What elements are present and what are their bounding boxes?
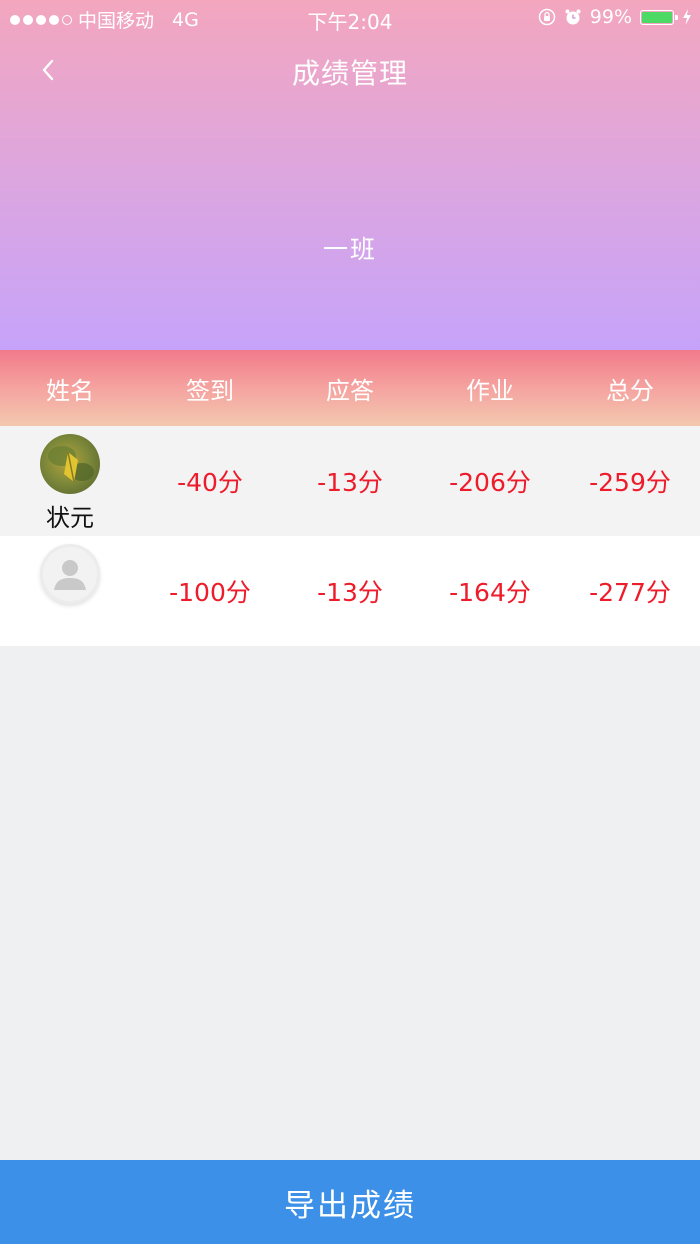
score-homework: -206分 — [449, 468, 531, 497]
score-answer: -13分 — [317, 578, 383, 607]
table-row[interactable]: 状元 -40分 -13分 -206分 -259分 — [0, 426, 700, 536]
score-checkin: -100分 — [169, 578, 251, 607]
student-cell — [0, 536, 140, 646]
class-name: 一班 — [322, 235, 377, 264]
column-header-checkin: 签到 — [186, 376, 234, 405]
page-title: 成绩管理 — [291, 57, 408, 90]
alarm-icon — [565, 9, 581, 25]
header: 中国移动 4G 下午2:04 99% 成绩管理 一班 — [0, 0, 700, 350]
status-bar: 中国移动 4G 下午2:04 99% — [0, 0, 700, 36]
column-header-homework: 作业 — [466, 376, 514, 405]
avatar-photo — [48, 446, 94, 483]
score-total: -277分 — [589, 578, 671, 607]
table-row[interactable]: -100分 -13分 -164分 -277分 — [0, 536, 700, 646]
battery-percent: 99% — [589, 6, 632, 28]
person-silhouette-icon — [43, 547, 97, 601]
export-scores-button[interactable]: 导出成绩 — [0, 1160, 700, 1244]
battery-level-fill — [642, 11, 672, 23]
column-header-answer: 应答 — [326, 376, 374, 405]
column-header-total: 总分 — [606, 376, 654, 405]
charging-bolt-icon — [683, 9, 691, 25]
status-right: 99% — [538, 6, 692, 28]
student-cell: 状元 — [0, 426, 140, 536]
score-homework: -164分 — [449, 578, 531, 607]
table-header: 姓名 签到 应答 作业 总分 — [0, 350, 700, 426]
column-header-name: 姓名 — [46, 376, 94, 405]
score-checkin: -40分 — [177, 468, 243, 497]
battery-icon — [640, 9, 678, 25]
score-answer: -13分 — [317, 468, 383, 497]
default-avatar-icon — [40, 544, 100, 604]
student-name: 状元 — [46, 504, 94, 532]
rotation-lock-icon — [538, 8, 556, 26]
score-list: 状元 -40分 -13分 -206分 -259分 -100分 -13分 -164… — [0, 426, 700, 646]
avatar — [40, 434, 100, 494]
score-total: -259分 — [589, 468, 671, 497]
